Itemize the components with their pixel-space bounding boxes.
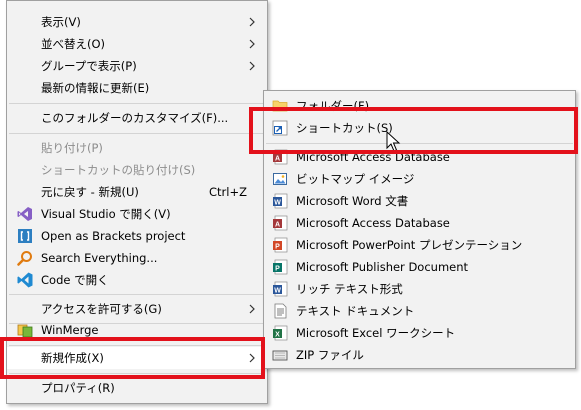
menu-item-search-everything[interactable]: Search Everything... (7, 247, 267, 269)
submenu-item-powerpoint[interactable]: P Microsoft PowerPoint プレゼンテーション (264, 234, 575, 256)
menu-item-refresh[interactable]: 最新の情報に更新(E) (7, 77, 267, 99)
menu-item-label: WinMerge (41, 323, 99, 337)
submenu-item-label: Microsoft Word 文書 (296, 194, 409, 208)
svg-text:X: X (275, 332, 280, 339)
menu-item-label: アクセスを許可する(G) (41, 302, 162, 316)
chevron-right-icon (249, 353, 255, 363)
submenu-item-label: ビットマップ イメージ (296, 172, 415, 186)
submenu-item-label: ショートカット(S) (296, 121, 393, 135)
menu-item-open-in-code[interactable]: Code で開く (7, 269, 267, 291)
svg-text:W: W (274, 288, 281, 295)
chevron-right-icon (249, 304, 255, 314)
excel-icon: X (273, 325, 288, 341)
winmerge-icon (17, 324, 33, 338)
access-icon: A (273, 215, 288, 231)
brackets-icon (18, 229, 32, 243)
menu-item-label: 元に戻す - 新規(U) (41, 185, 139, 199)
menu-item-label: グループで表示(P) (41, 59, 137, 73)
svg-text:P: P (275, 266, 280, 273)
menu-separator (9, 345, 265, 346)
mouse-cursor-icon (386, 131, 401, 152)
submenu-item-rich-text[interactable]: W リッチ テキスト形式 (264, 278, 575, 300)
svg-text:P: P (275, 244, 280, 251)
menu-item-open-brackets[interactable]: Open as Brackets project (7, 225, 267, 247)
submenu-item-label: テキスト ドキュメント (296, 304, 415, 318)
menu-item-shortcut: Ctrl+Z (209, 185, 247, 199)
chevron-right-icon (249, 17, 255, 27)
submenu-item-label: フォルダー(F) (296, 99, 370, 113)
svg-text:W: W (274, 200, 281, 207)
menu-item-paste[interactable]: 貼り付け(P) (7, 137, 267, 159)
menu-item-label: ショートカットの貼り付け(S) (41, 163, 196, 177)
menu-separator (9, 373, 265, 374)
submenu-item-excel[interactable]: X Microsoft Excel ワークシート (264, 322, 575, 344)
menu-item-label: Search Everything... (41, 251, 158, 265)
menu-item-label: 最新の情報に更新(E) (41, 81, 150, 95)
submenu-item-access-database[interactable]: A Microsoft Access Database (264, 146, 575, 168)
menu-item-paste-shortcut[interactable]: ショートカットの貼り付け(S) (7, 159, 267, 181)
menu-item-undo[interactable]: 元に戻す - 新規(U) Ctrl+Z (7, 181, 267, 203)
word-icon: W (273, 193, 288, 209)
menu-item-label: 貼り付け(P) (41, 141, 103, 155)
menu-item-label: Visual Studio で開く(V) (41, 207, 171, 221)
menu-item-label: 新規作成(X) (41, 351, 104, 365)
publisher-icon: P (273, 259, 288, 275)
menu-separator (266, 143, 573, 144)
menu-item-label: 表示(V) (41, 15, 81, 29)
submenu-item-zip[interactable]: ZIP ファイル (264, 344, 575, 366)
visual-studio-icon (17, 207, 32, 221)
submenu-item-publisher[interactable]: P Microsoft Publisher Document (264, 256, 575, 278)
menu-item-label: 並べ替え(O) (41, 37, 106, 51)
submenu-item-word[interactable]: W Microsoft Word 文書 (264, 190, 575, 212)
svg-text:A: A (275, 156, 280, 163)
submenu-item-label: Microsoft PowerPoint プレゼンテーション (296, 238, 523, 252)
menu-item-give-access[interactable]: アクセスを許可する(G) (7, 298, 267, 320)
menu-item-open-visual-studio[interactable]: Visual Studio で開く(V) (7, 203, 267, 225)
submenu-item-shortcut[interactable]: ショートカット(S) (264, 117, 575, 139)
menu-item-label: Code で開く (41, 273, 109, 287)
shortcut-icon (272, 120, 288, 136)
bitmap-icon (273, 173, 287, 185)
menu-separator (9, 133, 265, 134)
menu-item-view[interactable]: 表示(V) (7, 11, 267, 33)
submenu-item-label: Microsoft Publisher Document (296, 260, 469, 274)
folder-icon (272, 100, 288, 112)
search-everything-icon (17, 251, 32, 266)
rtf-icon: W (273, 281, 288, 297)
menu-item-label: プロパティ(R) (41, 381, 115, 395)
submenu-item-label: ZIP ファイル (296, 348, 364, 362)
submenu-item-label: リッチ テキスト形式 (296, 282, 403, 296)
submenu-item-label: Microsoft Access Database (296, 150, 450, 164)
zip-icon (272, 350, 288, 361)
context-menu: 表示(V) 並べ替え(O) グループで表示(P) 最新の情報に更新(E) このフ… (6, 0, 268, 404)
chevron-right-icon (249, 39, 255, 49)
menu-item-sort[interactable]: 並べ替え(O) (7, 33, 267, 55)
menu-item-label: このフォルダーのカスタマイズ(F)... (41, 111, 229, 125)
submenu-item-label: Microsoft Access Database (296, 216, 450, 230)
menu-item-properties[interactable]: プロパティ(R) (7, 377, 267, 399)
vscode-icon (17, 272, 33, 288)
submenu-item-label: Microsoft Excel ワークシート (296, 326, 456, 340)
menu-item-new[interactable]: 新規作成(X) (7, 347, 267, 369)
submenu-item-access-database-2[interactable]: A Microsoft Access Database (264, 212, 575, 234)
menu-item-group-by[interactable]: グループで表示(P) (7, 55, 267, 77)
menu-separator (9, 294, 265, 295)
submenu-item-text-document[interactable]: テキスト ドキュメント (264, 300, 575, 322)
svg-text:A: A (275, 222, 280, 229)
menu-item-label: Open as Brackets project (41, 229, 186, 243)
new-submenu: フォルダー(F) ショートカット(S) A Microsoft Access D… (263, 90, 576, 369)
powerpoint-icon: P (273, 237, 288, 253)
menu-item-customize-folder[interactable]: このフォルダーのカスタマイズ(F)... (7, 107, 267, 129)
menu-separator (9, 103, 265, 104)
menu-item-winmerge[interactable]: WinMerge (7, 319, 267, 341)
submenu-item-folder[interactable]: フォルダー(F) (264, 95, 575, 117)
submenu-item-bitmap[interactable]: ビットマップ イメージ (264, 168, 575, 190)
text-icon (274, 303, 287, 319)
access-icon: A (273, 149, 288, 165)
chevron-right-icon (249, 61, 255, 71)
